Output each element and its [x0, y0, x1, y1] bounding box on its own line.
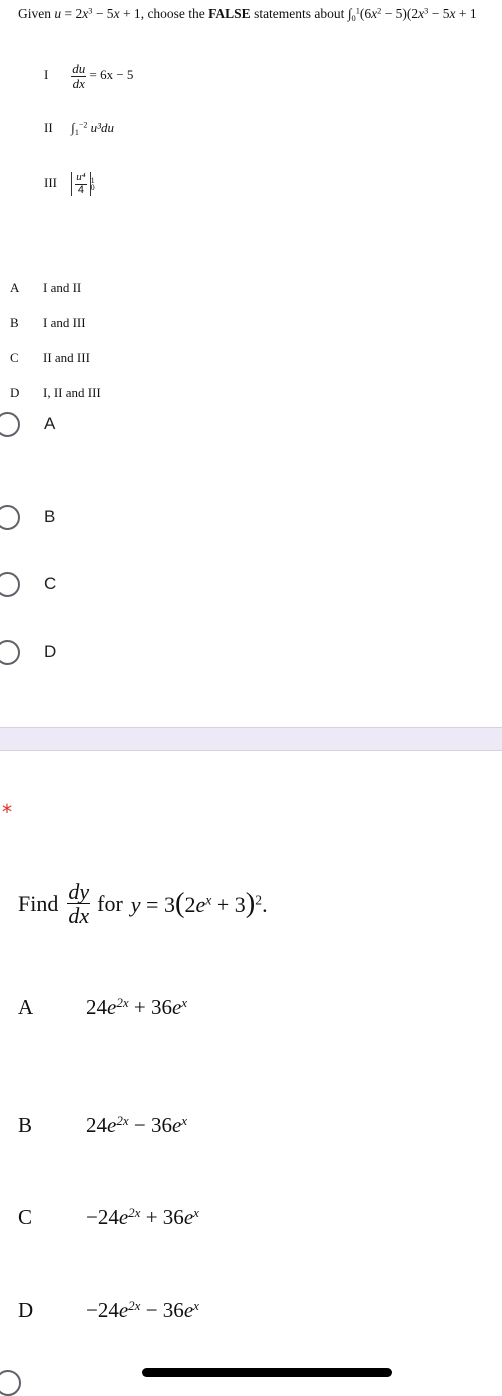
statement-numeral: III	[44, 175, 57, 191]
choice-c: C II and III	[10, 350, 90, 365]
radio-option-a[interactable]: A	[0, 406, 55, 442]
choice-expression: 24e2x − 36ex	[86, 1112, 188, 1137]
required-asterisk: *	[2, 800, 12, 824]
bracket-fraction: u⁴ 4	[75, 171, 87, 196]
statement-numeral: I	[44, 67, 49, 83]
statement-rhs: = 6x − 5	[89, 67, 134, 83]
statement-numeral: II	[44, 120, 53, 135]
radio-option-d[interactable]: D	[0, 634, 56, 670]
radio-button[interactable]	[0, 639, 20, 665]
radio-button[interactable]	[0, 504, 20, 530]
stem-for: for	[97, 890, 123, 916]
q2-choice-a: A 24e2x + 36ex	[18, 994, 188, 1019]
stem-emphasis: FALSE	[208, 6, 251, 21]
statement-2: II ∫1−2 u³du	[44, 120, 114, 136]
integrand: u³du	[90, 120, 115, 135]
radio-button[interactable]	[0, 411, 20, 437]
q2-choice-c: C −24e2x + 36ex	[18, 1204, 199, 1229]
choice-d: D I, II and III	[10, 385, 101, 400]
integral-upper: −2	[78, 120, 88, 130]
q2-choice-d: D −24e2x − 36ex	[18, 1297, 199, 1322]
choice-expression: −24e2x − 36ex	[86, 1297, 199, 1322]
radio-option-b[interactable]: B	[0, 499, 55, 535]
radio-button-partial[interactable]	[0, 1370, 21, 1396]
stem-middle: , choose the	[140, 6, 209, 21]
evaluation-bracket: u⁴ 4	[71, 171, 91, 197]
question2-stem: Find dy dx for y = 3(2ex + 3)2.	[18, 880, 268, 927]
stem-equation: y = 3(2ex + 3)2.	[130, 887, 268, 919]
bracket-upper: 1	[90, 175, 95, 185]
derivative-fraction: du dx	[71, 61, 87, 91]
choice-a: AI and II	[10, 280, 82, 295]
stem-u-definition: u = 2x3 − 5x + 1	[54, 6, 141, 21]
radio-option-c[interactable]: C	[0, 566, 56, 602]
choice-expression: 24e2x + 36ex	[86, 994, 188, 1019]
choice-expression: −24e2x + 36ex	[86, 1204, 199, 1229]
radio-button[interactable]	[0, 571, 20, 597]
derivative-fraction: dy dx	[67, 879, 91, 929]
statement-1: I du dx = 6x − 5	[44, 62, 133, 90]
stem-prefix: Given	[18, 6, 55, 21]
stem-suffix: statements about	[250, 6, 348, 21]
q2-choice-b: B 24e2x − 36ex	[18, 1112, 188, 1137]
statement-3: III u⁴ 4 01	[44, 171, 95, 197]
stem-integral: ∫01(6x2 − 5)(2x3 − 5x + 1	[347, 6, 477, 23]
home-indicator[interactable]	[142, 1368, 392, 1377]
stem-find: Find	[18, 890, 59, 916]
question1-stem: Given u = 2x3 − 5x + 1, choose the FALSE…	[18, 6, 477, 23]
choice-b: BI and III	[10, 315, 86, 330]
section-divider	[0, 727, 502, 751]
